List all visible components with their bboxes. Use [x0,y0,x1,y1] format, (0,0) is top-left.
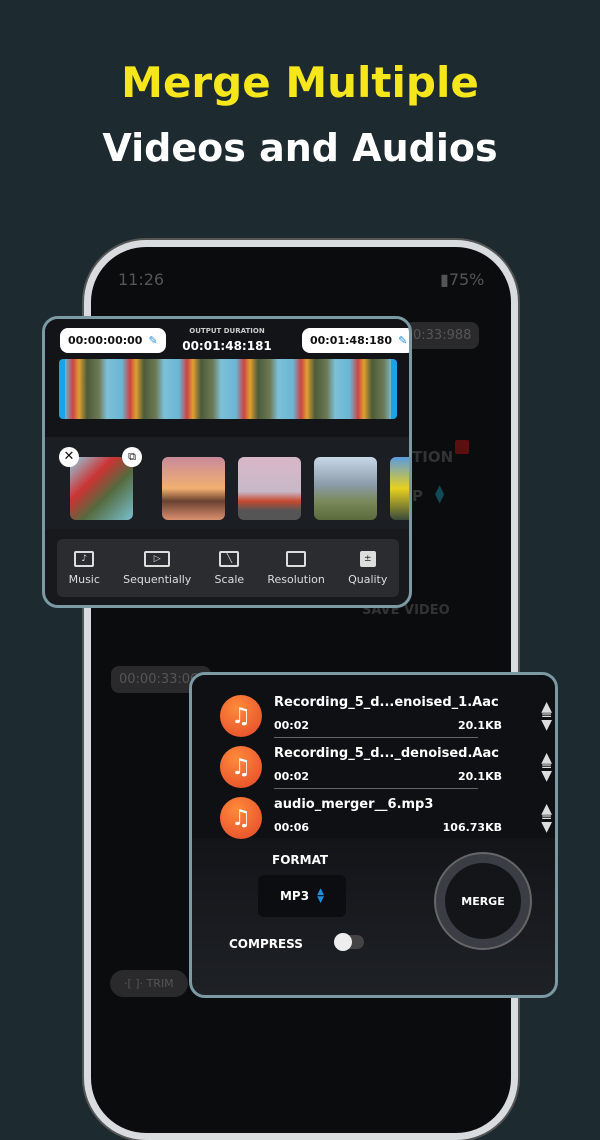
merge-button[interactable]: MERGE [434,852,532,950]
record-icon [455,440,469,454]
status-battery: ▮75% [440,270,485,289]
audio-file-row[interactable]: ♫ Recording_5_d...enoised_1.Aac 00:02 20… [216,695,555,745]
divider [274,737,478,738]
bg-sort-icon: ▲ ▼ [435,482,445,505]
tool-quality[interactable]: ± Quality [348,550,387,586]
start-time-field[interactable]: 00:00:00:00 ✎ [60,328,166,353]
compress-label: COMPRESS [229,937,303,951]
file-size: 20.1KB [457,719,502,732]
resolution-icon [286,550,307,567]
music-note-icon: ♫ [220,797,262,839]
bg-trim-button[interactable]: ·[ ]· TRIM [110,970,188,997]
end-time-field[interactable]: 00:01:48:180 ✎ [302,328,409,353]
format-label: FORMAT [272,853,329,867]
file-name: Recording_5_d...enoised_1.Aac [274,695,499,710]
reorder-handle-icon[interactable]: ▲ ═ ▼ [541,802,552,834]
file-name: audio_merger__6.mp3 [274,797,434,812]
tool-bar: ♪ Music ▷ Sequentially ╲ Scale Resolution ±… [57,539,399,597]
sequence-icon: ▷ [144,550,171,567]
compress-toggle[interactable] [334,933,364,951]
file-size: 106.73KB [442,821,502,834]
music-note-icon: ♫ [220,746,262,788]
video-merge-card: 00:00:00:00 ✎ OUTPUT DURATION 00:01:48:18… [42,316,412,608]
file-size: 20.1KB [457,770,502,783]
quality-icon: ± [359,550,376,567]
file-duration: 00:02 [274,719,310,732]
bg-label: TION [412,448,454,466]
music-icon: ♪ [74,550,95,567]
output-duration-value: 00:01:48:181 [182,339,272,353]
output-duration-label: OUTPUT DURATION [189,327,265,335]
reorder-handle-icon[interactable]: ▲ ═ ▼ [541,700,552,732]
select-arrows-icon: ▲ ▼ [317,887,324,905]
clip-thumbnail[interactable] [314,457,377,520]
clip-thumbnail[interactable] [238,457,301,520]
bg-label-p: P [412,487,423,505]
clip-thumbnail[interactable] [390,457,409,520]
headline-title: Merge Multiple [121,58,479,107]
tool-resolution[interactable]: Resolution [267,550,325,586]
tool-sequentially[interactable]: ▷ Sequentially [123,550,191,586]
file-duration: 00:02 [274,770,310,783]
headline-subtitle: Videos and Audios [102,126,498,170]
music-note-icon: ♫ [220,695,262,737]
clip-thumbnail[interactable] [162,457,225,520]
duplicate-clip-icon[interactable]: ⧉ [122,447,142,467]
edit-icon: ✎ [398,334,408,347]
clip-thumbnail[interactable] [70,457,133,520]
audio-file-row[interactable]: ♫ Recording_5_d..._denoised.Aac 00:02 20… [216,746,555,796]
audio-file-row[interactable]: ♫ audio_merger__6.mp3 00:06 106.73KB ▲ ═ ▼ [216,797,555,847]
status-time: 11:26 [118,270,165,289]
timeline-strip[interactable] [59,359,397,419]
divider [274,788,478,789]
audio-merge-card: ♫ Recording_5_d...enoised_1.Aac 00:02 20… [189,672,558,998]
trim-icon: ·[ ]· [124,977,147,990]
tool-scale[interactable]: ╲ Scale [215,550,244,586]
battery-icon: ▮ [440,270,449,289]
file-name: Recording_5_d..._denoised.Aac [274,746,499,761]
edit-icon: ✎ [148,334,158,347]
format-select[interactable]: MP3 ▲ ▼ [258,875,346,917]
reorder-handle-icon[interactable]: ▲ ═ ▼ [541,751,552,783]
remove-clip-icon[interactable]: ✕ [59,447,79,467]
bg-end-time: 0:33:988 [405,322,480,349]
scale-icon: ╲ [219,550,240,567]
tool-music[interactable]: ♪ Music [69,550,100,586]
file-duration: 00:06 [274,821,310,834]
